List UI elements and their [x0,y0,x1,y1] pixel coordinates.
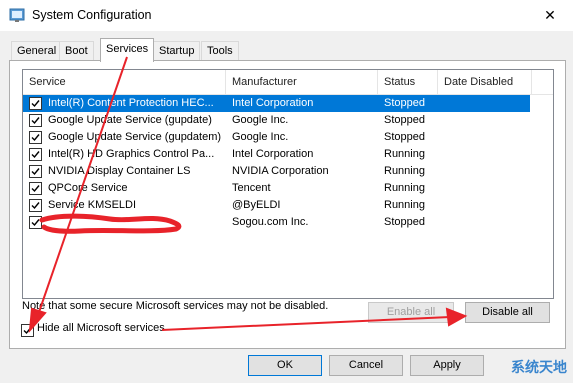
service-name-cell: Intel(R) HD Graphics Control Pa... [48,148,215,160]
ok-button[interactable]: OK [248,355,322,376]
watermark-logo: 系统天地 [511,357,567,377]
status-cell: Running [384,199,425,211]
table-row[interactable]: Service KMSELDI @ByELDI Running [23,197,530,214]
msconfig-icon [9,8,25,22]
manufacturer-cell: Google Inc. [232,114,289,126]
column-header-status[interactable]: Status [378,70,438,94]
tab-general[interactable]: General [11,41,63,61]
column-header-manufacturer[interactable]: Manufacturer [226,70,378,94]
tab-label: Boot [65,45,88,57]
service-checkbox[interactable] [29,131,42,144]
service-checkbox[interactable] [29,97,42,110]
table-row[interactable]: Google Update Service (gupdate) Google In… [23,112,530,129]
service-checkbox[interactable] [29,114,42,127]
tab-startup[interactable]: Startup [153,41,201,61]
check-icon [31,168,40,176]
table-row[interactable]: Intel(R) Content Protection HEC... Intel … [23,95,530,112]
window-title: System Configuration [32,8,152,22]
status-cell: Stopped [384,216,425,228]
check-icon [31,202,40,210]
table-row[interactable]: Sogou.com Inc. Stopped [23,214,530,231]
tab-boot[interactable]: Boot [59,41,94,61]
service-name-cell: Google Update Service (gupdate) [48,114,212,126]
tab-label: Tools [207,45,233,57]
status-cell: Running [384,182,425,194]
table-row[interactable]: NVIDIA Display Container LS NVIDIA Corpor… [23,163,530,180]
check-icon [31,134,40,142]
services-list[interactable]: Service Manufacturer Status Date Disable… [22,69,554,299]
manufacturer-cell: NVIDIA Corporation [232,165,329,177]
manufacturer-cell: Intel Corporation [232,148,314,160]
list-header: Service Manufacturer Status Date Disable… [23,70,553,95]
service-name-cell: Intel(R) Content Protection HEC... [48,97,214,109]
close-button[interactable]: ✕ [527,0,573,31]
service-name-cell: Service KMSELDI [48,199,137,211]
services-panel: Service Manufacturer Status Date Disable… [9,60,566,349]
service-name-cell: QPCore Service [48,182,128,194]
tab-services[interactable]: Services [100,38,155,62]
check-icon [31,117,40,125]
check-icon [23,327,32,335]
cancel-button[interactable]: Cancel [329,355,403,376]
tab-label: General [17,45,57,57]
tab-label: Startup [159,45,195,57]
check-icon [31,151,40,159]
check-icon [31,185,40,193]
title-bar: System Configuration ✕ [0,0,573,31]
service-checkbox[interactable] [29,216,42,229]
apply-button[interactable]: Apply [410,355,484,376]
service-checkbox[interactable] [29,148,42,161]
service-name-cell: NVIDIA Display Container LS [48,165,191,177]
table-row[interactable]: QPCore Service Tencent Running [23,180,530,197]
column-header-date-disabled[interactable]: Date Disabled [438,70,532,94]
status-cell: Stopped [384,131,425,143]
close-icon: ✕ [544,7,556,23]
note-text: Note that some secure Microsoft services… [22,300,329,312]
service-checkbox[interactable] [29,182,42,195]
manufacturer-cell: @ByELDI [232,199,281,211]
enable-all-button[interactable]: Enable all [368,302,454,323]
status-cell: Running [384,148,425,160]
manufacturer-cell: Google Inc. [232,131,289,143]
table-row[interactable]: Intel(R) HD Graphics Control Pa... Intel … [23,146,530,163]
service-checkbox[interactable] [29,199,42,212]
check-icon [31,100,40,108]
tab-tools[interactable]: Tools [201,41,239,61]
manufacturer-cell: Sogou.com Inc. [232,216,309,228]
status-cell: Stopped [384,97,425,109]
column-header-service[interactable]: Service [23,70,226,94]
hide-microsoft-label[interactable]: Hide all Microsoft services [37,322,165,334]
status-cell: Stopped [384,114,425,126]
manufacturer-cell: Tencent [232,182,271,194]
table-row[interactable]: Google Update Service (gupdatem) Google I… [23,129,530,146]
tab-label: Services [106,43,149,55]
hide-microsoft-checkbox[interactable] [21,324,34,337]
manufacturer-cell: Intel Corporation [232,97,314,109]
service-checkbox[interactable] [29,165,42,178]
check-icon [31,219,40,227]
watermark-text: 系统天地 [511,359,567,375]
disable-all-button[interactable]: Disable all [465,302,550,323]
service-name-cell: Google Update Service (gupdatem) [48,131,222,143]
status-cell: Running [384,165,425,177]
